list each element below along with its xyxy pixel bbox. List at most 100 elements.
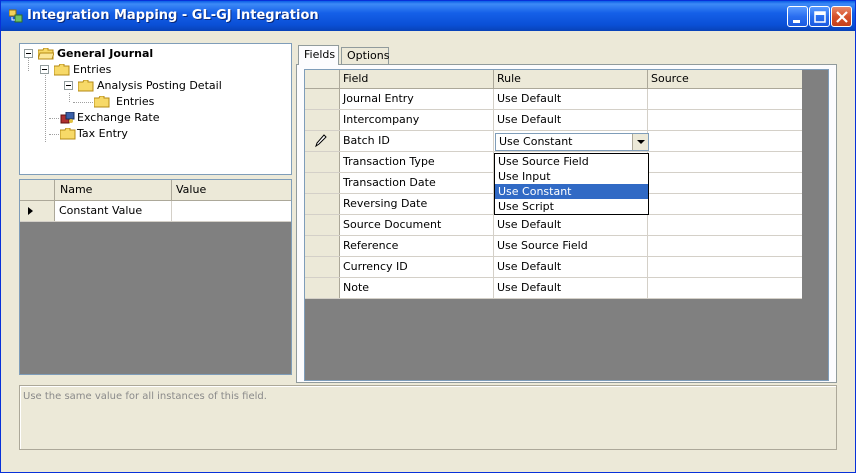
maximize-icon [814,11,826,23]
field-mapping-grid[interactable]: Field Rule Source Journal Entry Use Defa… [304,69,829,381]
rule-cell[interactable]: Use Default [494,215,648,235]
tree-line [49,118,59,119]
rule-cell[interactable]: Use Default [494,278,648,298]
tree-line [69,93,70,102]
source-cell[interactable] [648,131,802,151]
rule-cell[interactable]: Use Default [494,110,648,130]
source-cell[interactable] [648,236,802,256]
source-column-header[interactable]: Source [648,70,802,88]
app-icon [9,9,23,23]
integration-mapping-window: Integration Mapping - GL-GJ Integration … [0,0,856,473]
collapse-icon[interactable] [64,81,73,90]
source-cell[interactable] [648,257,802,277]
tree-node-label: General Journal [57,47,154,60]
grid-header: Field Rule Source [305,70,802,89]
tree-line [49,134,59,135]
open-folder-icon [38,48,54,60]
minimize-icon [793,20,800,23]
tree-node-label: Tax Entry [77,127,128,140]
folder-icon [54,64,70,76]
edit-pencil-icon [315,134,327,148]
row-selector-header [20,180,55,200]
maximize-button[interactable] [809,6,830,27]
rule-cell[interactable]: Use Default [494,89,648,109]
field-cell: Reference [340,236,494,256]
value-column-header[interactable]: Value [172,180,291,200]
close-icon [836,11,848,23]
field-description-panel: Use the same value for all instances of … [19,385,837,450]
rule-cell[interactable]: Use Source Field [494,236,648,256]
close-button[interactable] [831,6,852,27]
field-cell: Currency ID [340,257,494,277]
properties-grid[interactable]: Name Value Constant Value [19,179,292,375]
table-row[interactable]: Source Document Use Default [305,215,802,236]
title-bar[interactable]: Integration Mapping - GL-GJ Integration [1,1,855,31]
field-cell: Reversing Date [340,194,494,214]
tree-line [28,57,29,71]
rule-cell[interactable]: Use Default [494,257,648,277]
field-cell: Batch ID [340,131,494,151]
row-selector[interactable] [305,194,340,214]
mapping-tree[interactable]: General Journal Entries Analysis Posting… [19,43,292,175]
row-selector[interactable] [305,131,340,151]
tree-node-label: Analysis Posting Detail [97,79,222,92]
table-row[interactable]: Note Use Default [305,278,802,299]
dropdown-option-use-input[interactable]: Use Input [495,169,648,184]
row-selector[interactable] [305,173,340,193]
field-cell: Note [340,278,494,298]
property-value-input[interactable] [172,201,291,221]
tree-line [45,69,46,142]
source-cell[interactable] [648,89,802,109]
rule-combo[interactable]: Use Constant [495,133,649,151]
field-column-header[interactable]: Field [340,70,494,88]
exchange-rate-icon [60,112,75,124]
collapse-icon[interactable] [24,49,33,58]
row-selector[interactable] [305,278,340,298]
property-name: Constant Value [55,201,172,221]
table-row[interactable]: Reference Use Source Field [305,236,802,257]
source-cell[interactable] [648,278,802,298]
dropdown-option-use-script[interactable]: Use Script [495,199,648,214]
rule-column-header[interactable]: Rule [494,70,648,88]
rule-dropdown-button[interactable] [632,134,648,150]
row-selector[interactable] [305,110,340,130]
row-selector[interactable] [305,257,340,277]
field-cell: Transaction Type [340,152,494,172]
window-title: Integration Mapping - GL-GJ Integration [27,8,319,23]
dropdown-option-use-constant[interactable]: Use Constant [495,184,648,199]
tab-fields[interactable]: Fields [298,45,339,65]
folder-icon [94,96,110,108]
row-selector[interactable] [305,89,340,109]
row-selector[interactable] [20,201,55,221]
properties-row[interactable]: Constant Value [20,201,291,222]
source-cell[interactable] [648,215,802,235]
table-row[interactable]: Intercompany Use Default [305,110,802,131]
tree-node-label: Entries [73,63,112,76]
source-cell[interactable] [648,173,802,193]
source-cell[interactable] [648,110,802,130]
source-cell[interactable] [648,152,802,172]
field-cell: Intercompany [340,110,494,130]
source-cell[interactable] [648,194,802,214]
properties-header: Name Value [20,180,291,201]
row-selector[interactable] [305,152,340,172]
table-row-editing[interactable]: Batch ID Use Constant [305,131,802,152]
collapse-icon[interactable] [40,65,49,74]
field-cell: Source Document [340,215,494,235]
field-description-text: Use the same value for all instances of … [23,391,267,402]
dropdown-option-use-source-field[interactable]: Use Source Field [495,154,648,169]
folder-icon [60,128,76,140]
field-cell: Transaction Date [340,173,494,193]
name-column-header[interactable]: Name [55,180,172,200]
tree-node-label: Exchange Rate [77,111,160,124]
tree-node-label: Entries [116,95,155,108]
row-selector-header [305,70,340,88]
table-row[interactable]: Currency ID Use Default [305,257,802,278]
row-selector[interactable] [305,215,340,235]
rule-combo-value: Use Constant [499,135,573,148]
rule-dropdown-list[interactable]: Use Source Field Use Input Use Constant … [494,153,649,215]
row-selector[interactable] [305,236,340,256]
minimize-button[interactable] [787,6,808,27]
tab-options[interactable]: Options [341,47,389,65]
table-row[interactable]: Journal Entry Use Default [305,89,802,110]
